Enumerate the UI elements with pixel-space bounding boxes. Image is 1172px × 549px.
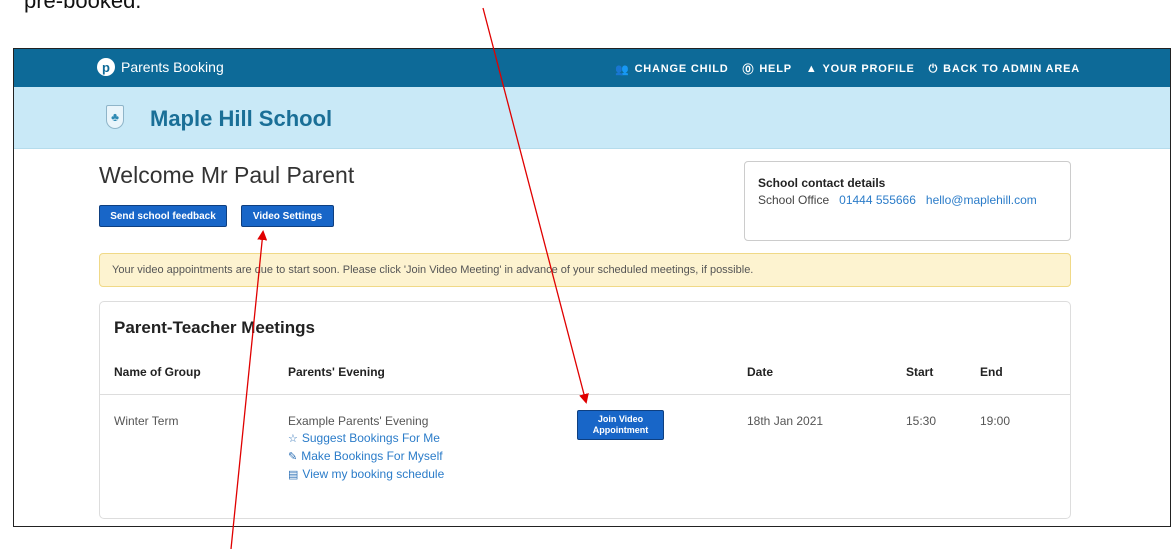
col-header-date: Date (747, 365, 774, 379)
action-label: View my booking schedule (302, 467, 445, 481)
contact-email-link[interactable]: hello@maplehill.com (926, 193, 1037, 207)
view-schedule-link[interactable]: ▤ View my booking schedule (288, 467, 444, 481)
top-nav: 👥 CHANGE CHILD ⓪ HELP ▲ YOUR PROFILE ⏻ B… (615, 61, 1080, 77)
contact-office: School Office (758, 193, 830, 207)
brand-logo-icon: p (97, 58, 115, 76)
nav-label: YOUR PROFILE (822, 63, 915, 75)
action-label: Make Bookings For Myself (301, 449, 443, 463)
video-settings-button[interactable]: Video Settings (241, 205, 334, 227)
nav-label: HELP (759, 63, 792, 75)
caption-text: pre-booked. (24, 0, 142, 13)
brand[interactable]: p Parents Booking (97, 58, 224, 76)
school-header: ♣ Maple Hill School (14, 87, 1170, 149)
suggest-bookings-link[interactable]: ☆ Suggest Bookings For Me (288, 431, 444, 445)
cell-evening: Example Parents' Evening (288, 414, 429, 428)
cell-end: 19:00 (980, 414, 1011, 428)
brand-name: Parents Booking (121, 59, 224, 75)
nav-label: CHANGE CHILD (634, 63, 729, 75)
people-icon: 👥 (615, 63, 630, 76)
meetings-panel: Parent-Teacher Meetings Name of Group Pa… (99, 301, 1071, 519)
send-feedback-button[interactable]: Send school feedback (99, 205, 227, 227)
video-alert-banner: Your video appointments are due to start… (99, 253, 1071, 287)
col-header-start: Start (906, 365, 934, 379)
nav-your-profile[interactable]: ▲ YOUR PROFILE (806, 61, 915, 77)
star-icon: ☆ (288, 432, 298, 445)
booking-actions: ☆ Suggest Bookings For Me ✎ Make Booking… (288, 431, 444, 481)
col-header-end: End (980, 365, 1003, 379)
help-icon: ⓪ (742, 64, 755, 76)
user-icon: ▲ (805, 63, 818, 75)
meetings-title: Parent-Teacher Meetings (114, 318, 315, 337)
join-video-appointment-button[interactable]: Join Video Appointment (577, 410, 664, 440)
contact-card: School contact details School Office 014… (744, 161, 1071, 241)
col-header-group: Name of Group (114, 365, 201, 379)
nav-back-to-admin[interactable]: ⏻ BACK TO ADMIN AREA (929, 61, 1080, 77)
school-crest-icon: ♣ (106, 105, 124, 129)
pencil-icon: ✎ (288, 450, 298, 463)
school-name: Maple Hill School (150, 106, 333, 131)
cell-group: Winter Term (114, 414, 179, 428)
contact-phone-link[interactable]: 01444 555666 (839, 193, 916, 207)
top-bar: p Parents Booking 👥 CHANGE CHILD ⓪ HELP … (14, 49, 1170, 87)
nav-change-child[interactable]: 👥 CHANGE CHILD (615, 61, 728, 77)
welcome-heading: Welcome Mr Paul Parent (99, 162, 355, 188)
calendar-icon: ▤ (288, 468, 299, 481)
action-label: Suggest Bookings For Me (301, 431, 440, 445)
contact-line: School Office 01444 555666 hello@maplehi… (758, 193, 1057, 207)
power-icon: ⏻ (928, 62, 939, 75)
make-bookings-link[interactable]: ✎ Make Bookings For Myself (288, 449, 444, 463)
nav-label: BACK TO ADMIN AREA (943, 63, 1080, 75)
header-divider (100, 394, 1070, 395)
app-window: p Parents Booking 👥 CHANGE CHILD ⓪ HELP … (13, 48, 1171, 527)
cell-start: 15:30 (906, 414, 937, 428)
cell-date: 18th Jan 2021 (747, 414, 824, 428)
col-header-evening: Parents' Evening (288, 365, 385, 379)
nav-help[interactable]: ⓪ HELP (743, 61, 792, 77)
contact-title: School contact details (758, 176, 886, 190)
